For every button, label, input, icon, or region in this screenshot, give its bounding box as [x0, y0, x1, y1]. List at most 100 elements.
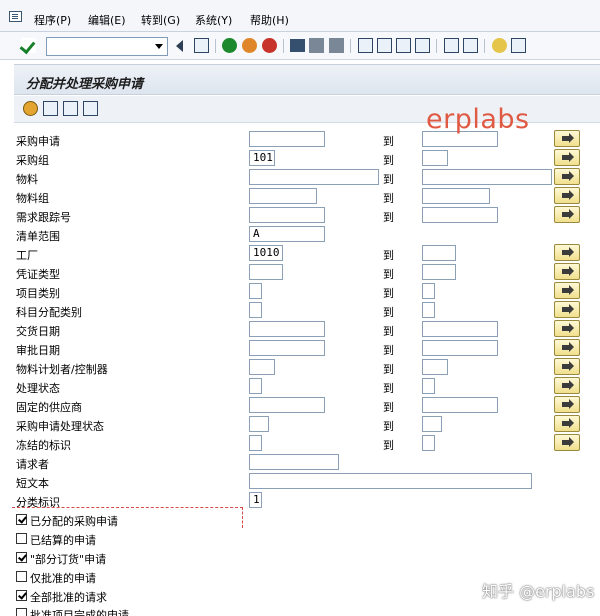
- enter-check-icon[interactable]: [21, 38, 36, 53]
- toolbar-separator: [283, 39, 284, 53]
- short-text-field[interactable]: [249, 473, 532, 489]
- release-date-from[interactable]: [249, 340, 325, 356]
- layout-menu-icon[interactable]: [511, 38, 526, 53]
- checkbox-release-completed[interactable]: [16, 608, 27, 616]
- pr-processing-status-to[interactable]: [422, 416, 442, 432]
- label-material: 物料: [16, 173, 38, 186]
- label-to: 到: [383, 401, 394, 414]
- blocking-indicator-from[interactable]: [249, 435, 262, 451]
- multiple-selection-arrow-icon[interactable]: [554, 263, 580, 280]
- menu-edit[interactable]: 编辑(E): [88, 12, 126, 28]
- new-session-icon[interactable]: [444, 38, 459, 53]
- multiple-selection-arrow-icon[interactable]: [554, 339, 580, 356]
- checkbox-assigned-requisitions[interactable]: [16, 514, 27, 525]
- multiple-selection-arrow-icon[interactable]: [554, 415, 580, 432]
- mrp-controller-from[interactable]: [249, 359, 275, 375]
- print-icon[interactable]: [290, 39, 305, 52]
- find-icon[interactable]: [309, 38, 324, 53]
- window-menu-icon[interactable]: [9, 11, 22, 22]
- exit-icon[interactable]: [242, 38, 257, 53]
- label-purchasing-group: 采购组: [16, 154, 49, 167]
- menu-goto[interactable]: 转到(G): [141, 12, 180, 28]
- tracking-number-to[interactable]: [422, 207, 498, 223]
- mrp-controller-to[interactable]: [422, 359, 448, 375]
- help-icon[interactable]: [492, 38, 507, 53]
- material-to[interactable]: [422, 169, 552, 185]
- get-variant-icon[interactable]: [43, 101, 58, 116]
- multiple-selection-arrow-icon[interactable]: [554, 244, 580, 261]
- label-to: 到: [383, 249, 394, 262]
- label-blocking-indicator: 冻结的标识: [16, 439, 71, 452]
- processing-status-from[interactable]: [249, 378, 262, 394]
- label-requisitioner: 请求者: [16, 458, 49, 471]
- list-scope-field[interactable]: A: [249, 226, 325, 242]
- tracking-number-from[interactable]: [249, 207, 325, 223]
- plant-from[interactable]: 1010: [249, 245, 283, 261]
- label-tracking-number: 需求跟踪号: [16, 211, 71, 224]
- checkbox-released-only[interactable]: [16, 571, 27, 582]
- account-assignment-to[interactable]: [422, 302, 435, 318]
- next-page-icon[interactable]: [396, 38, 411, 53]
- purchase-requisition-from[interactable]: [249, 131, 325, 147]
- account-assignment-from[interactable]: [249, 302, 262, 318]
- multiple-selection-arrow-icon[interactable]: [554, 206, 580, 223]
- multiple-selection-arrow-icon[interactable]: [554, 187, 580, 204]
- label-document-type: 凭证类型: [16, 268, 60, 281]
- previous-page-icon[interactable]: [377, 38, 392, 53]
- material-from[interactable]: [249, 169, 379, 185]
- checkbox-label: 仅批准的申请: [30, 572, 96, 585]
- item-category-from[interactable]: [249, 283, 262, 299]
- label-pr-processing-status: 采购申请处理状态: [16, 420, 104, 433]
- cancel-icon[interactable]: [262, 38, 277, 53]
- multiple-selection-arrow-icon[interactable]: [554, 149, 580, 166]
- item-category-to[interactable]: [422, 283, 435, 299]
- shortcut-icon[interactable]: [463, 38, 478, 53]
- document-type-from[interactable]: [249, 264, 283, 280]
- checkbox-fully-released[interactable]: [16, 590, 27, 601]
- back-triangle-icon[interactable]: [176, 40, 183, 52]
- selection-options-icon[interactable]: [63, 101, 78, 116]
- menu-program[interactable]: 程序(P): [34, 12, 71, 28]
- sort-indicator-field[interactable]: 1: [249, 492, 262, 508]
- find-next-icon[interactable]: [329, 38, 344, 53]
- multiple-selection-arrow-icon[interactable]: [554, 320, 580, 337]
- multiple-selection-arrow-icon[interactable]: [554, 301, 580, 318]
- purchasing-group-to[interactable]: [422, 150, 448, 166]
- execute-icon[interactable]: [23, 101, 38, 116]
- purchasing-group-from[interactable]: 101: [249, 150, 275, 166]
- menu-system[interactable]: 系统(Y): [195, 12, 232, 28]
- label-release-date: 审批日期: [16, 344, 60, 357]
- multiple-selection-arrow-icon[interactable]: [554, 282, 580, 299]
- save-icon[interactable]: [194, 38, 209, 53]
- delivery-date-to[interactable]: [422, 321, 498, 337]
- multiple-selection-arrow-icon[interactable]: [554, 434, 580, 451]
- watermark-erplabs: erplabs: [426, 104, 530, 135]
- command-dropdown-icon[interactable]: [155, 44, 163, 49]
- multiple-selection-arrow-icon[interactable]: [554, 168, 580, 185]
- menu-help[interactable]: 帮助(H): [250, 12, 289, 28]
- checkbox-partially-ordered[interactable]: [16, 552, 27, 563]
- dynamic-selection-icon[interactable]: [83, 101, 98, 116]
- material-group-from[interactable]: [249, 188, 317, 204]
- multiple-selection-arrow-icon[interactable]: [554, 396, 580, 413]
- command-field[interactable]: [46, 37, 168, 56]
- multiple-selection-arrow-icon[interactable]: [554, 358, 580, 375]
- checkbox-label: 已结算的申请: [30, 534, 96, 547]
- fixed-vendor-from[interactable]: [249, 397, 325, 413]
- blocking-indicator-to[interactable]: [422, 435, 435, 451]
- multiple-selection-arrow-icon[interactable]: [554, 130, 580, 147]
- pr-processing-status-from[interactable]: [249, 416, 269, 432]
- fixed-vendor-to[interactable]: [422, 397, 498, 413]
- back-icon[interactable]: [222, 38, 237, 53]
- requisitioner-field[interactable]: [249, 454, 339, 470]
- multiple-selection-arrow-icon[interactable]: [554, 377, 580, 394]
- first-page-icon[interactable]: [358, 38, 373, 53]
- plant-to[interactable]: [422, 245, 456, 261]
- release-date-to[interactable]: [422, 340, 498, 356]
- document-type-to[interactable]: [422, 264, 456, 280]
- material-group-to[interactable]: [422, 188, 490, 204]
- checkbox-closed-requisitions[interactable]: [16, 533, 27, 544]
- last-page-icon[interactable]: [415, 38, 430, 53]
- processing-status-to[interactable]: [422, 378, 435, 394]
- delivery-date-from[interactable]: [249, 321, 325, 337]
